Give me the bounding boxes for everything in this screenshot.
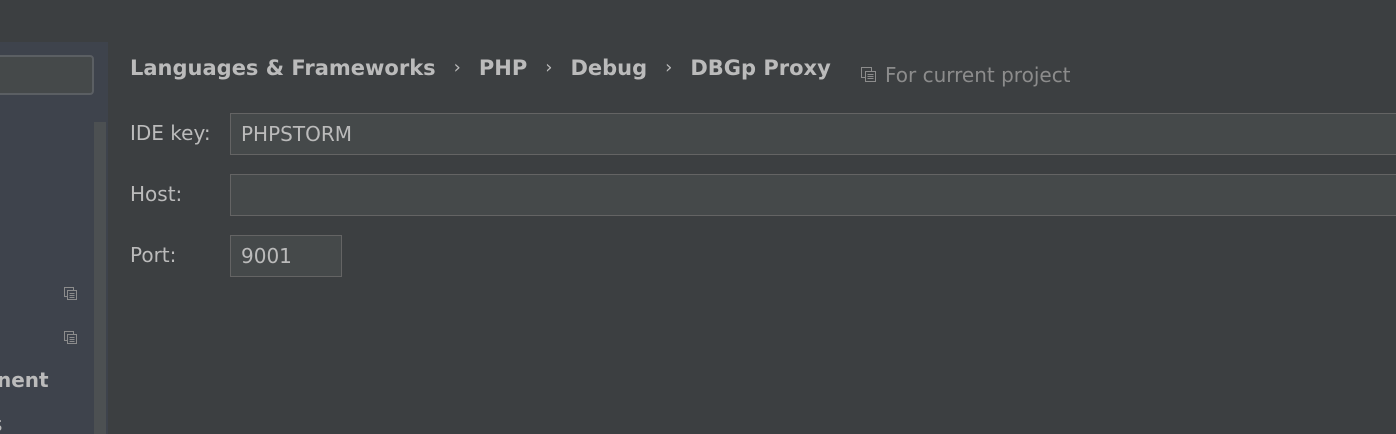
host-label: Host: — [130, 182, 183, 206]
settings-content-panel: Languages & Frameworks › PHP › Debug › D… — [108, 42, 1396, 434]
host-input[interactable] — [230, 174, 1396, 216]
window-top-strip — [0, 0, 1396, 42]
sidebar-item-label[interactable]: s — [0, 412, 2, 434]
ide-key-input[interactable] — [230, 113, 1396, 155]
settings-window: nent s Languages & Frameworks › PHP › De… — [0, 0, 1396, 434]
breadcrumb-item[interactable]: Debug — [570, 56, 647, 80]
sidebar-search-input[interactable] — [0, 55, 94, 95]
breadcrumb: Languages & Frameworks › PHP › Debug › D… — [130, 56, 831, 80]
port-input[interactable] — [230, 235, 342, 277]
chevron-right-icon: › — [453, 56, 461, 78]
breadcrumb-current: DBGp Proxy — [690, 56, 831, 80]
chevron-right-icon: › — [545, 56, 553, 78]
settings-sidebar: nent s — [0, 42, 108, 434]
scope-indicator: For current project — [861, 63, 1071, 87]
breadcrumb-item[interactable]: PHP — [479, 56, 527, 80]
sidebar-item-label[interactable]: nent — [0, 368, 49, 392]
copy-icon — [861, 67, 876, 82]
chevron-right-icon: › — [665, 56, 673, 78]
copy-icon — [64, 287, 77, 300]
ide-key-label: IDE key: — [130, 121, 211, 145]
sidebar-scrollbar[interactable] — [94, 122, 106, 434]
copy-icon — [64, 331, 77, 344]
scope-label: For current project — [885, 63, 1071, 87]
port-label: Port: — [130, 243, 177, 267]
breadcrumb-item[interactable]: Languages & Frameworks — [130, 56, 436, 80]
